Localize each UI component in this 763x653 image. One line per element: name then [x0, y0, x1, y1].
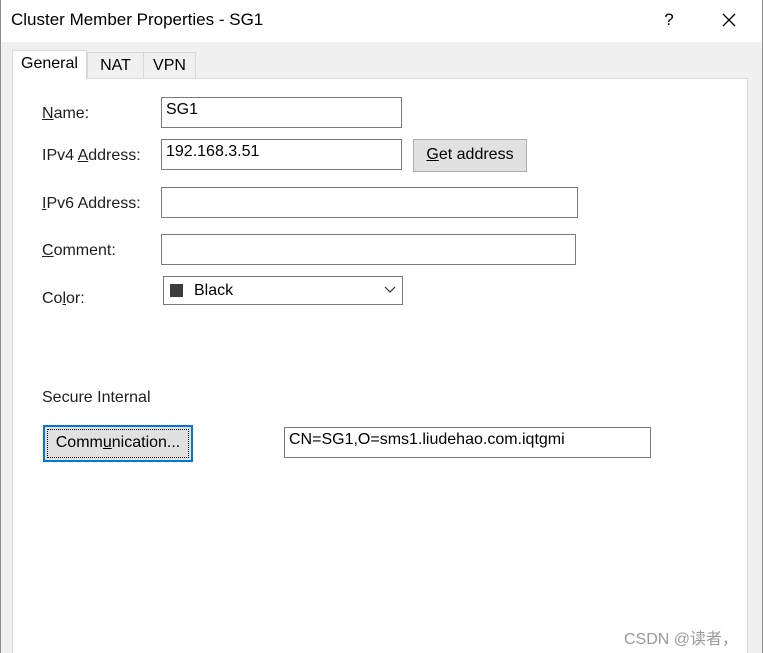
close-button[interactable]: [709, 4, 749, 36]
title-bar: Cluster Member Properties - SG1 ?: [1, 0, 762, 42]
ipv6-address-field[interactable]: [161, 187, 578, 218]
color-swatch: [170, 284, 183, 297]
color-dropdown[interactable]: Black: [163, 276, 403, 305]
secure-internal-label: Secure Internal: [42, 389, 151, 406]
watermark-text: CSDN @读者，: [624, 631, 739, 648]
get-address-button[interactable]: Get address: [413, 139, 527, 172]
ipv6-address-label: IPv6 Address:: [42, 195, 141, 212]
communication-button[interactable]: Communication...: [43, 425, 193, 462]
tab-general[interactable]: General: [12, 50, 87, 80]
general-tab-panel: Name: SG1 IPv4 Address: 192.168.3.51 Get…: [12, 78, 748, 653]
color-label: Color:: [42, 290, 85, 307]
focus-rectangle: [47, 429, 189, 458]
tab-vpn[interactable]: VPN: [143, 52, 196, 79]
chevron-down-icon: [384, 286, 396, 293]
color-selected-value: Black: [194, 282, 234, 299]
dialog-title: Cluster Member Properties - SG1: [11, 10, 264, 29]
help-button[interactable]: ?: [651, 4, 687, 36]
close-icon: [722, 13, 736, 27]
sic-dn-field: CN=SG1,O=sms1.liudehao.com.iqtgmi: [284, 427, 651, 458]
tab-nat[interactable]: NAT: [87, 52, 144, 79]
name-field[interactable]: SG1: [161, 97, 402, 128]
name-label: Name:: [42, 105, 90, 122]
ipv4-address-field[interactable]: 192.168.3.51: [161, 139, 402, 170]
cluster-member-properties-dialog: Cluster Member Properties - SG1 ? Genera…: [0, 0, 763, 653]
comment-field[interactable]: [161, 234, 576, 265]
ipv4-address-label: IPv4 Address:: [42, 147, 141, 164]
comment-label: Comment:: [42, 242, 116, 259]
